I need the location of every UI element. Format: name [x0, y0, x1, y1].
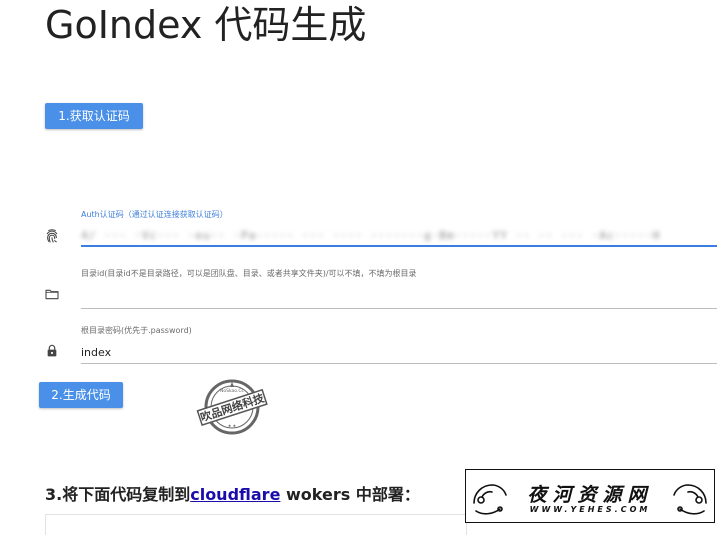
root-id-input[interactable] [81, 289, 717, 305]
password-field[interactable]: 根目录密码(优先于.password) [81, 325, 717, 364]
deploy-instruction-suffix: wokers 中部署： [280, 485, 420, 504]
get-auth-code-button[interactable]: 1.获取认证码 [45, 103, 143, 129]
auth-code-field[interactable]: Auth认证码（通过认证连接获取认证码） 4/ ··· ·Vc··· ·eu··… [81, 209, 717, 247]
auth-code-label: Auth认证码（通过认证连接获取认证码） [81, 210, 228, 219]
root-id-underline [81, 308, 717, 309]
password-underline [81, 363, 717, 364]
password-label: 根目录密码(优先于.password) [81, 326, 192, 335]
auth-code-value: 4/ ··· ·Vc··· ·eu·· ·Pa····· ··· ···· ··… [81, 229, 661, 242]
root-id-field[interactable]: 目录id(目录id不是目录路径，可以是团队盘、目录、或者共享文件夹)/可以不填，… [81, 268, 717, 309]
svg-text:★ ★: ★ ★ [228, 423, 237, 428]
stamp-watermark: NoSkao.Cc 吹品网络科技 ★ ★ [196, 379, 268, 435]
password-input[interactable] [81, 344, 717, 360]
deploy-instruction-prefix: 3.将下面代码复制到 [45, 485, 191, 504]
auth-code-underline [81, 245, 717, 247]
site-watermark: 夜河资源网 WWW.YEHES.COM [465, 469, 715, 523]
generate-code-button[interactable]: 2.生成代码 [39, 382, 123, 408]
page-title: GoIndex 代码生成 [45, 3, 367, 47]
lock-icon [47, 344, 57, 357]
cloudflare-link[interactable]: cloudflare [190, 485, 280, 504]
root-id-label: 目录id(目录id不是目录路径，可以是团队盘、目录、或者共享文件夹)/可以不填，… [81, 269, 417, 278]
auth-code-input[interactable]: 4/ ··· ·Vc··· ·eu·· ·Pa····· ··· ···· ··… [81, 226, 717, 242]
folder-icon [45, 289, 59, 300]
fingerprint-icon [46, 229, 58, 243]
right-ornament-icon [673, 484, 707, 515]
stamp-top-text: NoSkao.Cc [220, 388, 245, 394]
deploy-instruction: 3.将下面代码复制到cloudflare wokers 中部署： [45, 481, 420, 505]
